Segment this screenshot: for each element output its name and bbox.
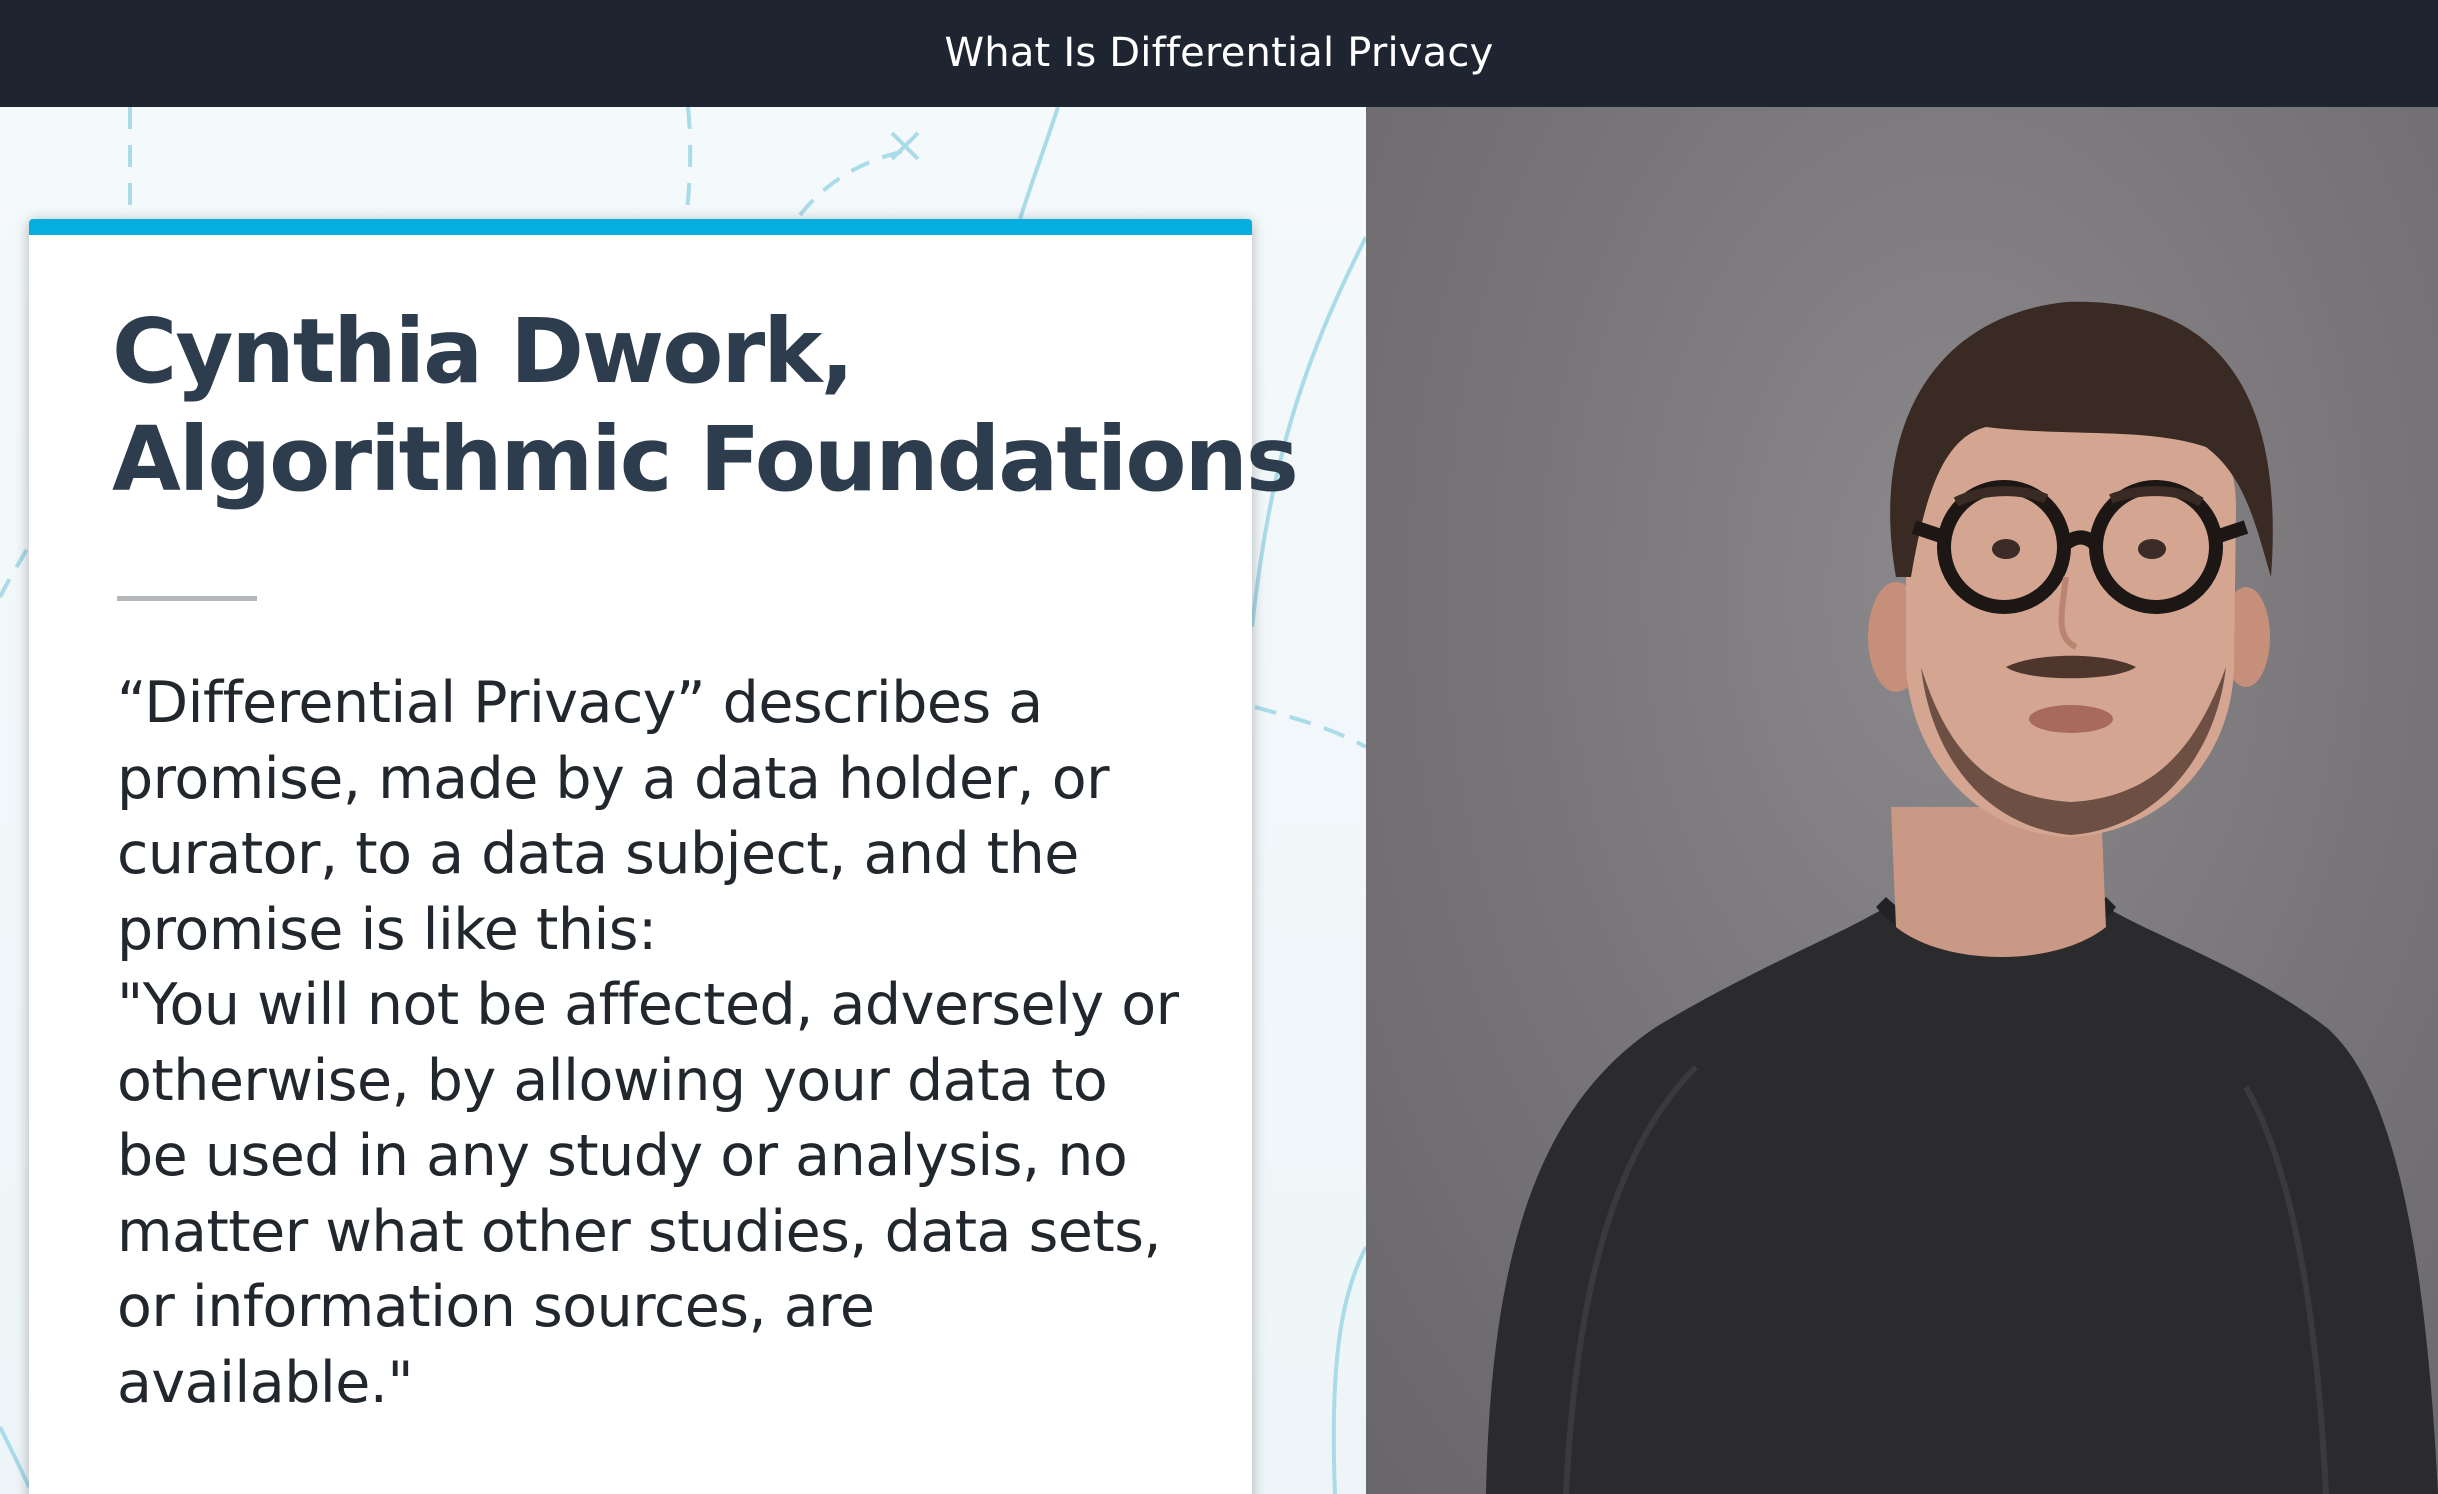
video-title-bar: What Is Differential Privacy <box>0 0 2438 107</box>
quote-line: "You will not be affected, adversely or <box>117 972 1179 1038</box>
slide-title-line: Cynthia Dwork, <box>112 299 854 403</box>
quote-line: or information sources, are <box>117 1274 875 1340</box>
quote-line: be used in any study or analysis, no <box>117 1123 1128 1189</box>
presenter-video-image <box>1486 301 2438 1494</box>
title-divider <box>117 596 257 601</box>
quote-line: otherwise, by allowing your data to <box>117 1047 1108 1114</box>
slide-panel: Cynthia Dwork, Algorithmic Foundations “… <box>0 107 1366 1494</box>
slide-quote: “Differential Privacy” describes a promi… <box>117 666 1237 1421</box>
presenter-video <box>1366 107 2438 1494</box>
quote-line: promise is like this: <box>117 896 657 963</box>
quote-line: matter what other studies, data sets, <box>117 1198 1162 1265</box>
slide-title-line: Algorithmic Foundations <box>112 407 1299 511</box>
quote-line: curator, to a data subject, and the <box>117 821 1079 887</box>
slide-card: Cynthia Dwork, Algorithmic Foundations “… <box>29 219 1299 1494</box>
quote-line: available." <box>117 1349 414 1416</box>
quote-line: promise, made by a data holder, or <box>117 745 1110 812</box>
slide-title: Cynthia Dwork, Algorithmic Foundations <box>112 297 1299 513</box>
quote-line: “Differential Privacy” describes a <box>117 670 1043 736</box>
video-title: What Is Differential Privacy <box>944 29 1494 76</box>
video-player[interactable]: Cynthia Dwork, Algorithmic Foundations “… <box>0 107 2438 1494</box>
